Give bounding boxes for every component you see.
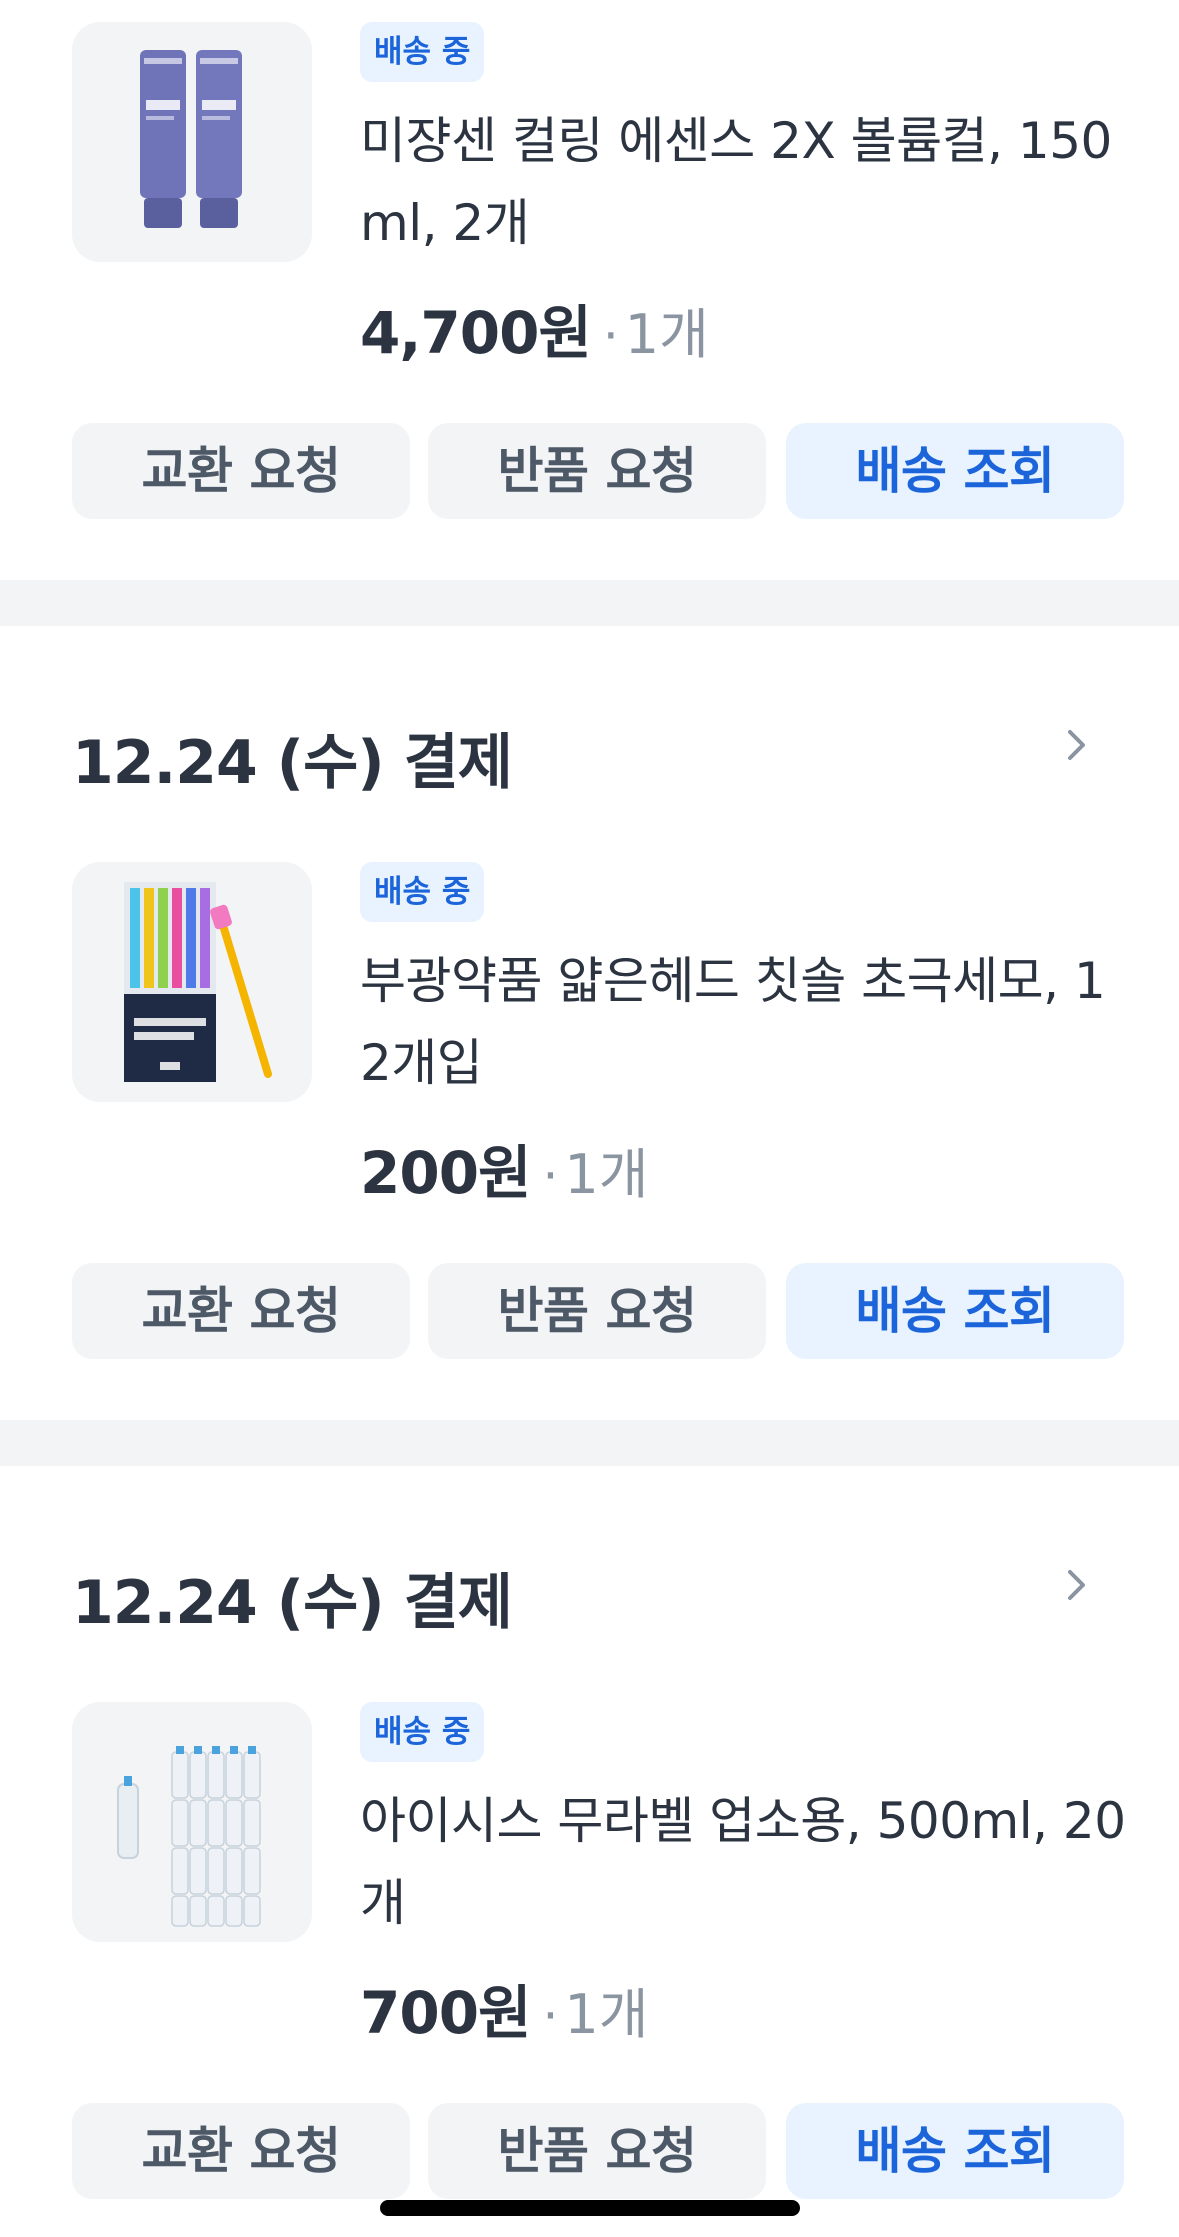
exchange-request-button[interactable]: 교환 요청 [72,1263,410,1359]
order-header[interactable]: 12.24 (수) 결제 [72,706,1107,798]
product-price: 200원 [360,1139,531,1207]
order-actions: 교환 요청 반품 요청 배송 조회 [72,2103,1124,2199]
order-item[interactable]: 배송 중 미쟝센 컬링 에센스 2X 볼륨컬, 150ml, 2개 4,700원… [72,22,1123,367]
hair-essence-tubes-image [140,50,242,228]
toothbrush-pack-image [124,882,272,1082]
separator-dot: · [542,1987,559,2045]
status-badge: 배송 중 [360,1702,485,1762]
order-header[interactable]: 12.24 (수) 결제 [72,1546,1107,1638]
product-thumbnail [72,1702,312,1942]
product-name: 미쟝센 컬링 에센스 2X 볼륨컬, 150ml, 2개 [360,112,1112,252]
track-delivery-button[interactable]: 배송 조회 [786,2103,1124,2199]
order-item[interactable]: 배송 중 부광약품 얇은헤드 칫솔 초극세모, 12개입 200원 · 1개 [72,862,1123,1207]
section-divider [0,1420,1179,1466]
order-card-3: 12.24 (수) 결제 배송 중 아이시스 무라벨 업소용, 500ml, 2… [0,1466,1179,2237]
price-row: 200원 · 1개 [360,1126,648,1210]
product-thumbnail [72,862,312,1102]
order-card-1: 배송 중 미쟝센 컬링 에센스 2X 볼륨컬, 150ml, 2개 4,700원… [0,0,1179,580]
water-bottles-image [117,1746,261,1927]
section-divider [0,580,1179,626]
product-quantity: 1개 [564,1143,649,1206]
return-request-button[interactable]: 반품 요청 [428,1263,766,1359]
chevron-right-icon[interactable] [1059,1568,1093,1602]
return-request-button[interactable]: 반품 요청 [428,423,766,519]
exchange-request-button[interactable]: 교환 요청 [72,423,410,519]
order-item[interactable]: 배송 중 아이시스 무라벨 업소용, 500ml, 20개 700원 · 1개 [72,1702,1126,2047]
order-date: 12.24 (수) 결제 [72,1568,513,1638]
home-indicator[interactable] [380,2200,800,2216]
order-date: 12.24 (수) 결제 [72,728,513,798]
order-actions: 교환 요청 반품 요청 배송 조회 [72,423,1124,519]
exchange-request-button[interactable]: 교환 요청 [72,2103,410,2199]
product-price: 4,700원 [360,299,592,367]
status-badge: 배송 중 [360,862,485,922]
track-delivery-button[interactable]: 배송 조회 [786,423,1124,519]
product-quantity: 1개 [564,1983,649,2046]
return-request-button[interactable]: 반품 요청 [428,2103,766,2199]
product-price: 700원 [360,1979,531,2047]
price-row: 4,700원 · 1개 [360,286,709,370]
product-name: 아이시스 무라벨 업소용, 500ml, 20개 [360,1792,1126,1932]
separator-dot: · [542,1147,559,1205]
price-row: 700원 · 1개 [360,1966,648,2050]
product-thumbnail [72,22,312,262]
order-card-2: 12.24 (수) 결제 배송 중 부광약품 얇은헤드 칫솔 초극세모, 12개… [0,626,1179,1420]
track-delivery-button[interactable]: 배송 조회 [786,1263,1124,1359]
order-actions: 교환 요청 반품 요청 배송 조회 [72,1263,1124,1359]
chevron-right-icon[interactable] [1059,728,1093,762]
status-badge: 배송 중 [360,22,485,82]
separator-dot: · [602,307,619,365]
product-name: 부광약품 얇은헤드 칫솔 초극세모, 12개입 [360,952,1106,1092]
product-quantity: 1개 [624,303,709,366]
